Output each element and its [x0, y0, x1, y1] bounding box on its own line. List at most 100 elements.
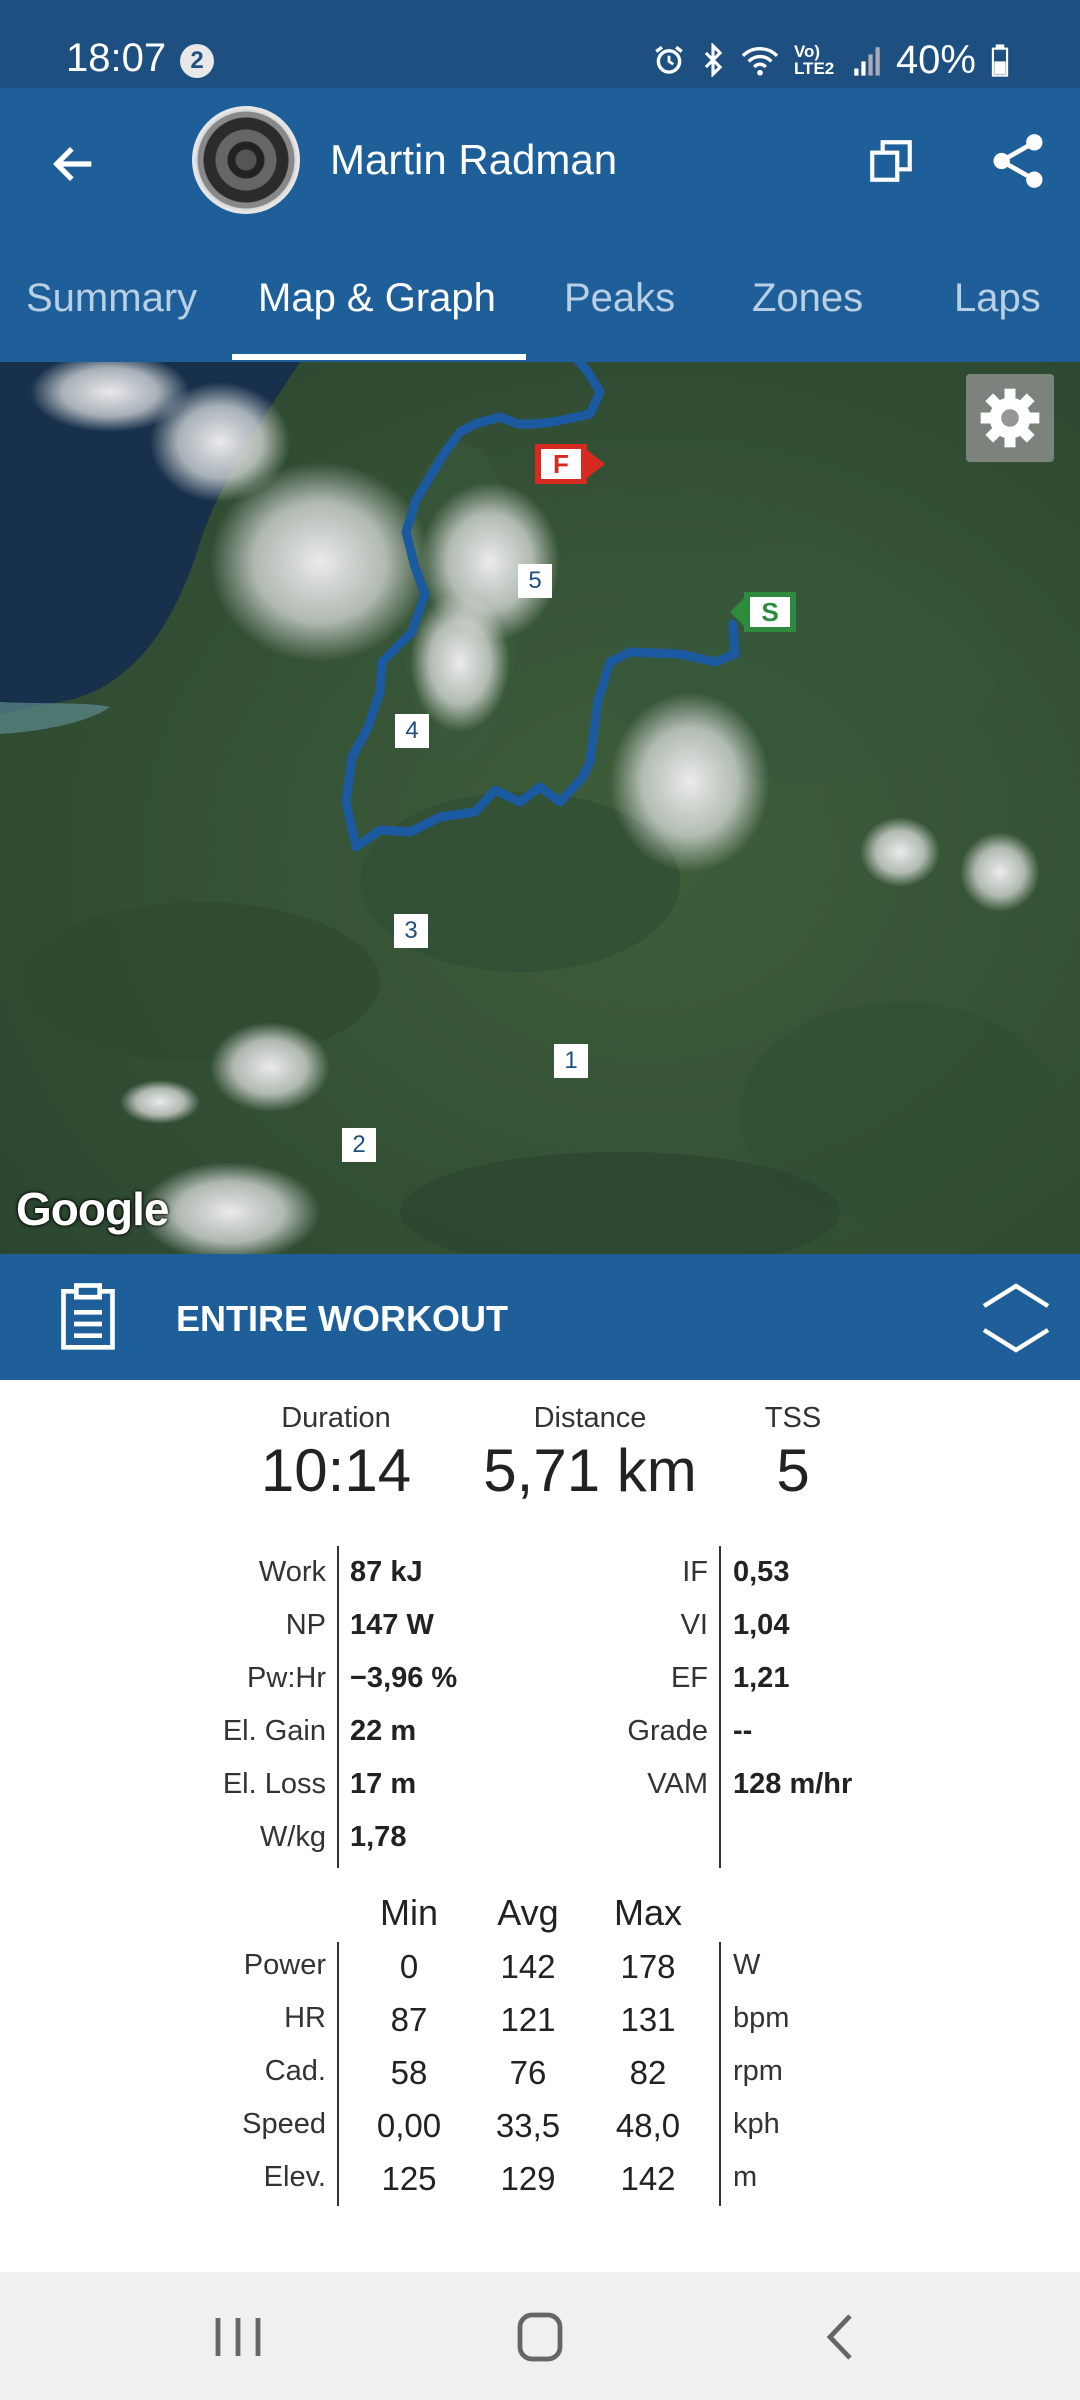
back-icon[interactable] [812, 2312, 872, 2362]
cell-max: 178 [620, 1948, 676, 1985]
stat-value: 1,21 [733, 1662, 790, 1694]
row-label: HR [284, 2002, 326, 2034]
stat-label: Pw:Hr [247, 1662, 326, 1694]
status-bar: 18:07 2 Vo) LTE2 40% [0, 0, 1080, 88]
lap-marker-2[interactable]: 2 [342, 1128, 376, 1162]
duration-label: Duration [281, 1402, 391, 1434]
stat-value: 147 W [350, 1609, 434, 1641]
athlete-name: Martin Radman [330, 136, 618, 183]
duration-value: 10:14 [260, 1437, 412, 1504]
network-indicator: Vo) LTE2 [793, 42, 835, 78]
table-divider-right [719, 1942, 721, 2206]
back-arrow-icon[interactable] [48, 138, 100, 190]
stat-value: 1,78 [350, 1821, 407, 1853]
active-tab-indicator [232, 354, 526, 360]
cell-min: 87 [390, 2001, 428, 2038]
satellite-map [0, 362, 1080, 1254]
panel-title: ENTIRE WORKOUT [176, 1298, 508, 1339]
google-attribution: Google [16, 1183, 169, 1235]
lap-marker-4[interactable]: 4 [395, 714, 429, 748]
map-settings-button[interactable] [966, 374, 1054, 462]
cell-unit: W [733, 1949, 761, 1981]
row-label: Cad. [264, 2055, 326, 2087]
signal-icon [854, 47, 880, 76]
cell-min: 0,00 [376, 2107, 442, 2144]
finish-flag[interactable]: F [535, 444, 605, 484]
wifi-icon [741, 47, 779, 76]
app-bar: Martin Radman [0, 88, 1080, 238]
tab-peaks[interactable]: Peaks [564, 276, 675, 321]
row-label: Elev. [263, 2161, 326, 2193]
bluetooth-icon [704, 43, 723, 77]
stat-label: NP [285, 1609, 326, 1641]
tss-label: TSS [764, 1402, 822, 1434]
status-icons: Vo) LTE2 40% [652, 38, 1010, 82]
stat-value: 128 m/hr [733, 1768, 853, 1800]
cell-avg: 33,5 [495, 2107, 561, 2144]
tab-summary[interactable]: Summary [26, 276, 197, 321]
avatar[interactable] [192, 106, 300, 214]
tab-bar: Summary Map & Graph Peaks Zones Laps [0, 238, 1080, 362]
stat-value: 22 m [350, 1715, 417, 1747]
lap-marker-5[interactable]: 5 [518, 564, 552, 598]
cell-unit: rpm [733, 2055, 783, 2087]
tab-map-graph[interactable]: Map & Graph [258, 276, 496, 321]
stat-value: 1,04 [733, 1609, 790, 1641]
cell-unit: bpm [733, 2002, 790, 2034]
cell-min: 125 [381, 2160, 437, 2197]
stat-label: EF [670, 1662, 708, 1694]
column-header-min: Min [379, 1892, 438, 1933]
expand-collapse-icon[interactable] [980, 1278, 1052, 1358]
cell-avg: 121 [500, 2001, 556, 2038]
copy-icon[interactable] [866, 136, 916, 186]
column-header-max: Max [613, 1892, 682, 1933]
battery-icon [991, 44, 1009, 77]
row-label: Speed [242, 2108, 326, 2140]
cell-max: 48,0 [615, 2107, 681, 2144]
tab-laps[interactable]: Laps [954, 276, 1041, 321]
cell-min: 0 [399, 1948, 419, 1985]
distance-label: Distance [533, 1402, 647, 1434]
stat-value: 87 kJ [350, 1556, 423, 1588]
column-header-avg: Avg [497, 1892, 559, 1933]
stat-label: VAM [647, 1768, 708, 1800]
stat-value: 0,53 [733, 1556, 790, 1588]
home-icon[interactable] [510, 2312, 570, 2362]
gear-icon [980, 388, 1040, 448]
table-divider-left [337, 1942, 339, 2206]
cell-min: 58 [390, 2054, 428, 2091]
lap-marker-3[interactable]: 3 [394, 914, 428, 948]
status-time: 18:07 [66, 36, 167, 80]
cell-unit: m [733, 2161, 758, 2193]
cell-unit: kph [733, 2108, 780, 2140]
row-label: Power [243, 1949, 326, 1981]
cell-max: 131 [620, 2001, 676, 2038]
distance-value: 5,71 km [483, 1437, 697, 1504]
cell-max: 82 [629, 2054, 667, 2091]
system-nav-bar [0, 2272, 1080, 2400]
stat-label: El. Loss [222, 1768, 326, 1800]
tab-zones[interactable]: Zones [752, 276, 863, 321]
lap-marker-1[interactable]: 1 [554, 1044, 588, 1078]
stat-label: Grade [627, 1715, 708, 1747]
cell-avg: 129 [500, 2160, 556, 2197]
tss-value: 5 [776, 1437, 810, 1504]
stats-divider-left [337, 1546, 339, 1868]
stat-value: 17 m [350, 1768, 417, 1800]
share-icon[interactable] [990, 130, 1046, 192]
recent-apps-icon[interactable] [208, 2312, 268, 2362]
stat-label: El. Gain [222, 1715, 326, 1747]
stat-value: -- [733, 1715, 753, 1747]
route-map[interactable]: S F 1 2 3 4 5 [0, 362, 1080, 1254]
start-label: S [761, 597, 779, 627]
clipboard-icon [61, 1283, 115, 1350]
workout-panel-header[interactable]: ENTIRE WORKOUT [0, 1254, 1080, 1380]
stat-label: VI [680, 1609, 708, 1641]
notification-count-badge: 2 [180, 44, 214, 78]
stat-label: IF [682, 1556, 708, 1588]
start-flag[interactable]: S [730, 592, 796, 632]
battery-percent: 40% [895, 37, 976, 82]
stat-value: −3,96 % [350, 1662, 458, 1694]
cell-avg: 142 [500, 1948, 556, 1985]
cell-avg: 76 [509, 2054, 547, 2091]
